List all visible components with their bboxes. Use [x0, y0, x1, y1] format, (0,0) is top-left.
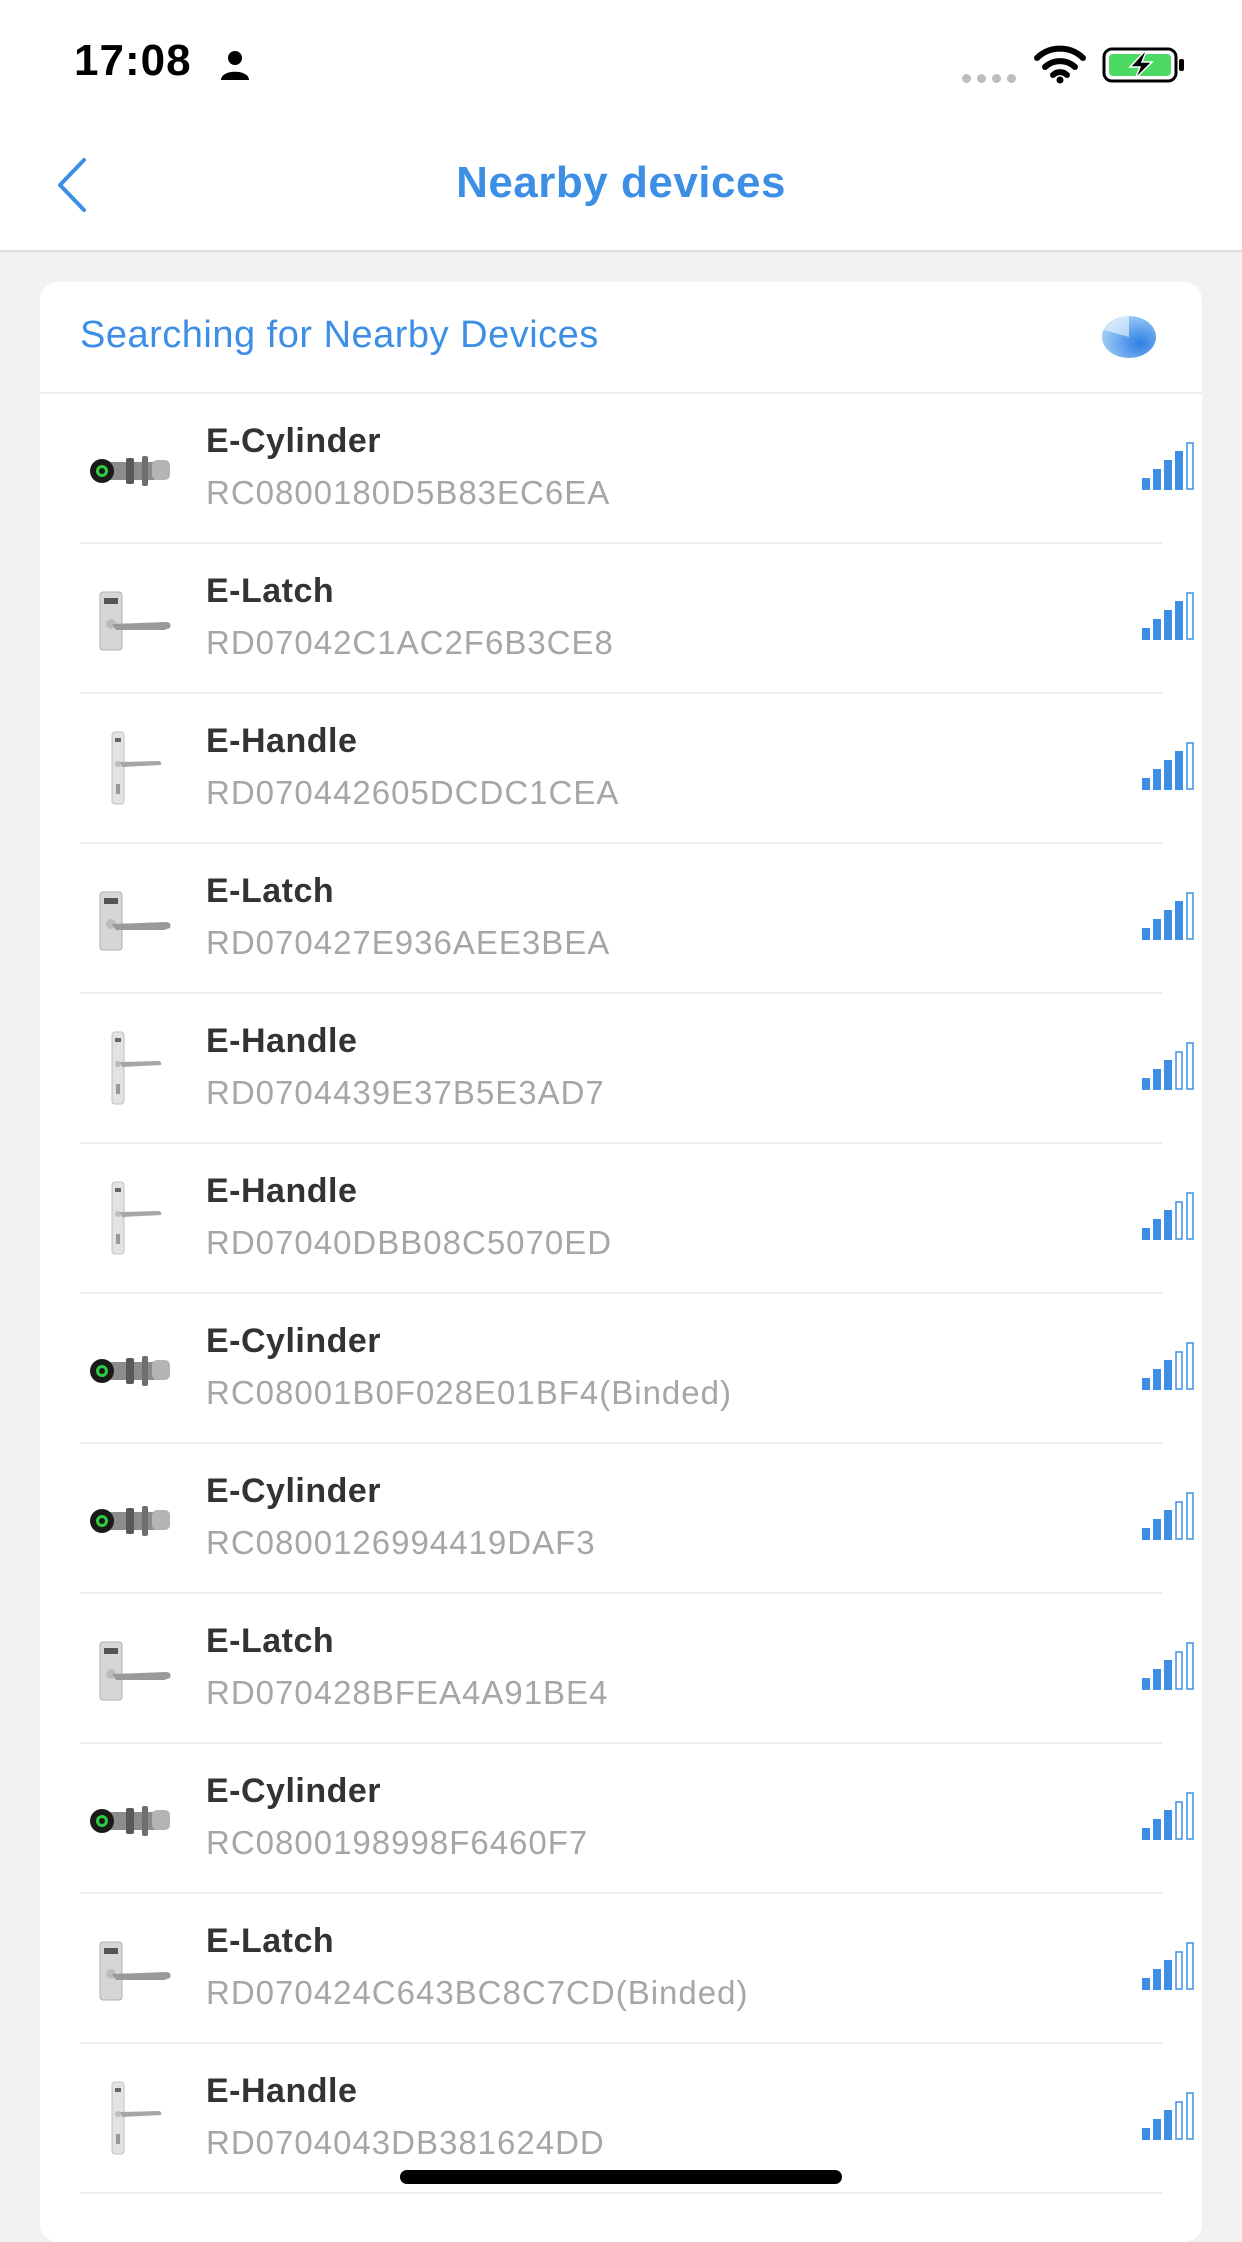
device-name: E-Handle: [206, 722, 358, 760]
signal-strength-icon: [1142, 1492, 1194, 1540]
nav-bar: Nearby devices: [0, 120, 1242, 252]
latch-lock-icon: [99, 591, 171, 651]
latch-lock-icon: [99, 891, 171, 951]
device-row[interactable]: E-Cylinder RC0800126994419DAF3: [80, 1444, 1194, 1594]
cylinder-lock-icon: [90, 1356, 170, 1386]
cellular-dots-icon: [962, 70, 1022, 88]
device-id: RC08001B0F028E01BF4(Binded): [206, 1374, 732, 1411]
device-id: RD0704439E37B5E3AD7: [206, 1074, 605, 1111]
signal-strength-icon: [1142, 1192, 1194, 1240]
device-row[interactable]: E-Latch RD070424C643BC8C7CD(Binded): [80, 1894, 1194, 2044]
signal-strength-icon: [1142, 892, 1194, 940]
page-title: Nearby devices: [456, 158, 786, 207]
signal-strength-icon: [1142, 1042, 1194, 1090]
handle-lock-icon: [111, 1031, 162, 1105]
handle-lock-icon: [111, 731, 162, 805]
nearby-devices-card: Searching for Nearby Devices E-Cylinder R…: [40, 282, 1202, 2242]
device-id: RC0800198998F6460F7: [206, 1824, 589, 1861]
device-row[interactable]: E-Cylinder RC0800180D5B83EC6EA: [80, 394, 1194, 544]
spinner-icon: [1102, 316, 1156, 358]
search-status-header: Searching for Nearby Devices: [40, 282, 1202, 394]
device-id: RD070427E936AEE3BEA: [206, 924, 611, 961]
device-id: RD070424C643BC8C7CD(Binded): [206, 1974, 749, 2011]
battery-charging-icon: [1102, 47, 1184, 83]
device-id: RD070428BFEA4A91BE4: [206, 1674, 609, 1711]
signal-strength-icon: [1142, 742, 1194, 790]
latch-lock-icon: [99, 1941, 171, 2001]
device-row[interactable]: E-Latch RD070428BFEA4A91BE4: [80, 1594, 1194, 1744]
device-name: E-Handle: [206, 1172, 358, 1210]
device-row[interactable]: E-Cylinder RC0800198998F6460F7: [80, 1744, 1194, 1894]
device-id: RC0800126994419DAF3: [206, 1524, 596, 1561]
device-id: RC0800180D5B83EC6EA: [206, 474, 611, 511]
device-name: E-Latch: [206, 1622, 335, 1660]
device-name: E-Cylinder: [206, 1772, 382, 1810]
device-row[interactable]: E-Cylinder RC08001B0F028E01BF4(Binded): [80, 1294, 1194, 1444]
device-row[interactable]: E-Handle RD07040DBB08C5070ED: [80, 1144, 1194, 1294]
signal-strength-icon: [1142, 1642, 1194, 1690]
cylinder-lock-icon: [90, 1506, 170, 1536]
wifi-icon: [1034, 45, 1086, 84]
device-row[interactable]: E-Latch RD070427E936AEE3BEA: [80, 844, 1194, 994]
device-name: E-Cylinder: [206, 1472, 382, 1510]
device-name: E-Cylinder: [206, 422, 382, 460]
handle-lock-icon: [111, 1181, 162, 1255]
signal-strength-icon: [1142, 442, 1194, 490]
device-name: E-Latch: [206, 1922, 335, 1960]
device-name: E-Handle: [206, 2072, 358, 2110]
device-id: RD07042C1AC2F6B3CE8: [206, 624, 614, 661]
signal-strength-icon: [1142, 1942, 1194, 1990]
device-row[interactable]: E-Handle RD0704439E37B5E3AD7: [80, 994, 1194, 1144]
signal-strength-icon: [1142, 1342, 1194, 1390]
search-status-text: Searching for Nearby Devices: [80, 314, 599, 356]
device-id: RD07040DBB08C5070ED: [206, 1224, 613, 1261]
status-time: 17:08: [74, 36, 192, 85]
device-name: E-Cylinder: [206, 1322, 382, 1360]
cylinder-lock-icon: [90, 456, 170, 486]
person-icon: [221, 51, 249, 80]
device-name: E-Latch: [206, 872, 335, 910]
cylinder-lock-icon: [90, 1806, 170, 1836]
status-bar: 17:08: [0, 0, 1242, 120]
device-name: E-Handle: [206, 1022, 358, 1060]
latch-lock-icon: [99, 1641, 171, 1701]
device-row[interactable]: E-Handle RD070442605DCDC1CEA: [80, 694, 1194, 844]
signal-strength-icon: [1142, 592, 1194, 640]
device-name: E-Latch: [206, 572, 335, 610]
signal-strength-icon: [1142, 2092, 1194, 2140]
device-row[interactable]: E-Latch RD07042C1AC2F6B3CE8: [80, 544, 1194, 694]
handle-lock-icon: [111, 2081, 162, 2155]
device-id: RD070442605DCDC1CEA: [206, 774, 620, 811]
device-id: RD0704043DB381624DD: [206, 2124, 605, 2161]
signal-strength-icon: [1142, 1792, 1194, 1840]
device-list: E-Cylinder RC0800180D5B83EC6EA E-Latch RD07…: [40, 394, 1202, 2194]
home-indicator: [400, 2170, 842, 2184]
